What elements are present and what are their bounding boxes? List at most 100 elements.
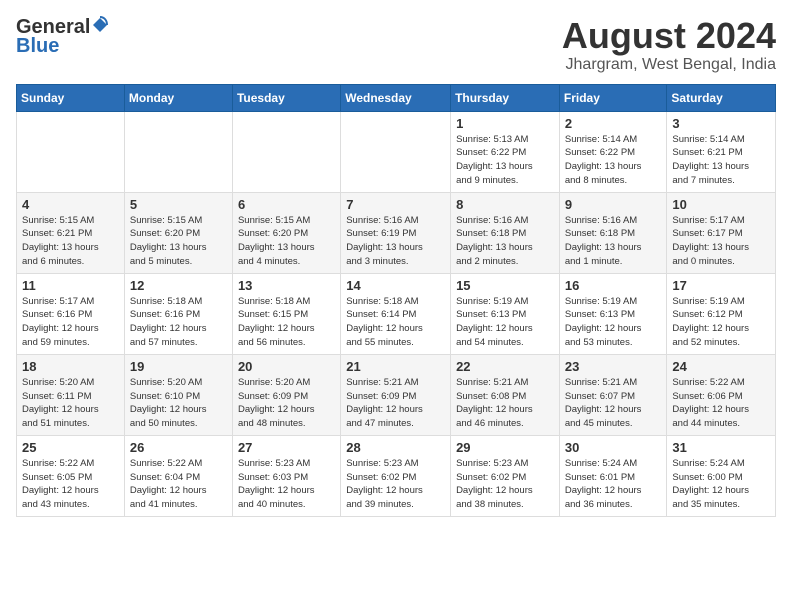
day-info: Sunrise: 5:21 AM Sunset: 6:07 PM Dayligh…: [565, 376, 662, 431]
day-info: Sunrise: 5:16 AM Sunset: 6:18 PM Dayligh…: [565, 214, 662, 269]
calendar-cell: 18Sunrise: 5:20 AM Sunset: 6:11 PM Dayli…: [17, 354, 125, 435]
day-number: 12: [130, 278, 227, 293]
logo-flag-icon: [91, 16, 109, 39]
weekday-header: Monday: [124, 84, 232, 111]
calendar-cell: 29 Sunrise: 5:23 AM Sunset: 6:02 PM Dayli…: [451, 435, 560, 516]
day-number: 19: [130, 359, 227, 374]
calendar-cell: 16Sunrise: 5:19 AM Sunset: 6:13 PM Dayli…: [559, 273, 667, 354]
weekday-header: Thursday: [451, 84, 560, 111]
day-number: 20: [238, 359, 335, 374]
day-info: Sunrise: 5:15 AM Sunset: 6:20 PM Dayligh…: [238, 214, 335, 269]
calendar-week-row: 1 Sunrise: 5:13 AM Sunset: 6:22 PM Daylig…: [17, 111, 776, 192]
day-info: Sunrise: 5:18 AM Sunset: 6:16 PM Dayligh…: [130, 295, 227, 350]
calendar-cell: 4 Sunrise: 5:15 AM Sunset: 6:21 PM Daylig…: [17, 192, 125, 273]
calendar-cell: 25 Sunrise: 5:22 AM Sunset: 6:05 PM Dayli…: [17, 435, 125, 516]
day-number: 18: [22, 359, 119, 374]
calendar-week-row: 11 Sunrise: 5:17 AM Sunset: 6:16 PM Dayli…: [17, 273, 776, 354]
calendar-cell: 31 Sunrise: 5:24 AM Sunset: 6:00 PM Dayli…: [667, 435, 776, 516]
calendar-cell: 12 Sunrise: 5:18 AM Sunset: 6:16 PM Dayli…: [124, 273, 232, 354]
calendar-cell: 15 Sunrise: 5:19 AM Sunset: 6:13 PM Dayli…: [451, 273, 560, 354]
weekday-header: Wednesday: [341, 84, 451, 111]
day-number: 5: [130, 197, 227, 212]
calendar-table: SundayMondayTuesdayWednesdayThursdayFrid…: [16, 84, 776, 517]
day-number: 31: [672, 440, 770, 455]
calendar-cell: 23 Sunrise: 5:21 AM Sunset: 6:07 PM Dayli…: [559, 354, 667, 435]
page-header: General Blue August 2024 Jhargram, West …: [16, 16, 776, 74]
day-info: Sunrise: 5:22 AM Sunset: 6:05 PM Dayligh…: [22, 457, 119, 512]
day-number: 14: [346, 278, 445, 293]
calendar-subtitle: Jhargram, West Bengal, India: [562, 56, 776, 74]
calendar-cell: 5 Sunrise: 5:15 AM Sunset: 6:20 PM Daylig…: [124, 192, 232, 273]
day-info: Sunrise: 5:24 AM Sunset: 6:01 PM Dayligh…: [565, 457, 662, 512]
day-number: 29: [456, 440, 554, 455]
calendar-title-area: August 2024 Jhargram, West Bengal, India: [562, 16, 776, 74]
day-number: 15: [456, 278, 554, 293]
calendar-cell: 2 Sunrise: 5:14 AM Sunset: 6:22 PM Daylig…: [559, 111, 667, 192]
calendar-cell: 20 Sunrise: 5:20 AM Sunset: 6:09 PM Dayli…: [232, 354, 340, 435]
day-info: Sunrise: 5:20 AM Sunset: 6:09 PM Dayligh…: [238, 376, 335, 431]
calendar-cell: 13 Sunrise: 5:18 AM Sunset: 6:15 PM Dayli…: [232, 273, 340, 354]
calendar-cell: 6Sunrise: 5:15 AM Sunset: 6:20 PM Daylig…: [232, 192, 340, 273]
weekday-header: Friday: [559, 84, 667, 111]
day-number: 13: [238, 278, 335, 293]
calendar-cell: 17Sunrise: 5:19 AM Sunset: 6:12 PM Dayli…: [667, 273, 776, 354]
day-number: 4: [22, 197, 119, 212]
day-number: 23: [565, 359, 662, 374]
calendar-cell: 3Sunrise: 5:14 AM Sunset: 6:21 PM Daylig…: [667, 111, 776, 192]
calendar-cell: 9 Sunrise: 5:16 AM Sunset: 6:18 PM Daylig…: [559, 192, 667, 273]
day-info: Sunrise: 5:22 AM Sunset: 6:04 PM Dayligh…: [130, 457, 227, 512]
day-info: Sunrise: 5:18 AM Sunset: 6:14 PM Dayligh…: [346, 295, 445, 350]
calendar-cell: 19 Sunrise: 5:20 AM Sunset: 6:10 PM Dayli…: [124, 354, 232, 435]
calendar-cell: 14 Sunrise: 5:18 AM Sunset: 6:14 PM Dayli…: [341, 273, 451, 354]
calendar-cell: 10 Sunrise: 5:17 AM Sunset: 6:17 PM Dayli…: [667, 192, 776, 273]
day-number: 24: [672, 359, 770, 374]
calendar-cell: 21Sunrise: 5:21 AM Sunset: 6:09 PM Dayli…: [341, 354, 451, 435]
calendar-cell: 22Sunrise: 5:21 AM Sunset: 6:08 PM Dayli…: [451, 354, 560, 435]
calendar-title: August 2024: [562, 16, 776, 56]
calendar-cell: [17, 111, 125, 192]
day-info: Sunrise: 5:18 AM Sunset: 6:15 PM Dayligh…: [238, 295, 335, 350]
calendar-header-row: SundayMondayTuesdayWednesdayThursdayFrid…: [17, 84, 776, 111]
day-info: Sunrise: 5:15 AM Sunset: 6:20 PM Dayligh…: [130, 214, 227, 269]
day-number: 3: [672, 116, 770, 131]
day-info: Sunrise: 5:19 AM Sunset: 6:13 PM Dayligh…: [456, 295, 554, 350]
day-info: Sunrise: 5:23 AM Sunset: 6:02 PM Dayligh…: [456, 457, 554, 512]
calendar-cell: 30 Sunrise: 5:24 AM Sunset: 6:01 PM Dayli…: [559, 435, 667, 516]
calendar-week-row: 18Sunrise: 5:20 AM Sunset: 6:11 PM Dayli…: [17, 354, 776, 435]
logo-blue-text: Blue: [16, 35, 59, 58]
day-info: Sunrise: 5:14 AM Sunset: 6:22 PM Dayligh…: [565, 133, 662, 188]
day-number: 9: [565, 197, 662, 212]
day-info: Sunrise: 5:24 AM Sunset: 6:00 PM Dayligh…: [672, 457, 770, 512]
day-info: Sunrise: 5:19 AM Sunset: 6:13 PM Dayligh…: [565, 295, 662, 350]
day-info: Sunrise: 5:17 AM Sunset: 6:17 PM Dayligh…: [672, 214, 770, 269]
weekday-header: Tuesday: [232, 84, 340, 111]
day-number: 26: [130, 440, 227, 455]
day-number: 10: [672, 197, 770, 212]
day-info: Sunrise: 5:21 AM Sunset: 6:09 PM Dayligh…: [346, 376, 445, 431]
calendar-cell: 1 Sunrise: 5:13 AM Sunset: 6:22 PM Daylig…: [451, 111, 560, 192]
day-number: 2: [565, 116, 662, 131]
calendar-cell: [341, 111, 451, 192]
calendar-cell: 7 Sunrise: 5:16 AM Sunset: 6:19 PM Daylig…: [341, 192, 451, 273]
day-number: 17: [672, 278, 770, 293]
calendar-week-row: 4 Sunrise: 5:15 AM Sunset: 6:21 PM Daylig…: [17, 192, 776, 273]
logo: General Blue: [16, 16, 109, 58]
day-number: 1: [456, 116, 554, 131]
day-info: Sunrise: 5:16 AM Sunset: 6:19 PM Dayligh…: [346, 214, 445, 269]
day-number: 11: [22, 278, 119, 293]
day-number: 30: [565, 440, 662, 455]
day-info: Sunrise: 5:13 AM Sunset: 6:22 PM Dayligh…: [456, 133, 554, 188]
day-number: 27: [238, 440, 335, 455]
day-info: Sunrise: 5:23 AM Sunset: 6:03 PM Dayligh…: [238, 457, 335, 512]
calendar-cell: 11 Sunrise: 5:17 AM Sunset: 6:16 PM Dayli…: [17, 273, 125, 354]
day-info: Sunrise: 5:17 AM Sunset: 6:16 PM Dayligh…: [22, 295, 119, 350]
day-info: Sunrise: 5:15 AM Sunset: 6:21 PM Dayligh…: [22, 214, 119, 269]
calendar-week-row: 25 Sunrise: 5:22 AM Sunset: 6:05 PM Dayli…: [17, 435, 776, 516]
day-number: 25: [22, 440, 119, 455]
calendar-cell: 27 Sunrise: 5:23 AM Sunset: 6:03 PM Dayli…: [232, 435, 340, 516]
calendar-cell: 28Sunrise: 5:23 AM Sunset: 6:02 PM Dayli…: [341, 435, 451, 516]
calendar-cell: [124, 111, 232, 192]
day-info: Sunrise: 5:20 AM Sunset: 6:10 PM Dayligh…: [130, 376, 227, 431]
day-number: 7: [346, 197, 445, 212]
day-info: Sunrise: 5:16 AM Sunset: 6:18 PM Dayligh…: [456, 214, 554, 269]
